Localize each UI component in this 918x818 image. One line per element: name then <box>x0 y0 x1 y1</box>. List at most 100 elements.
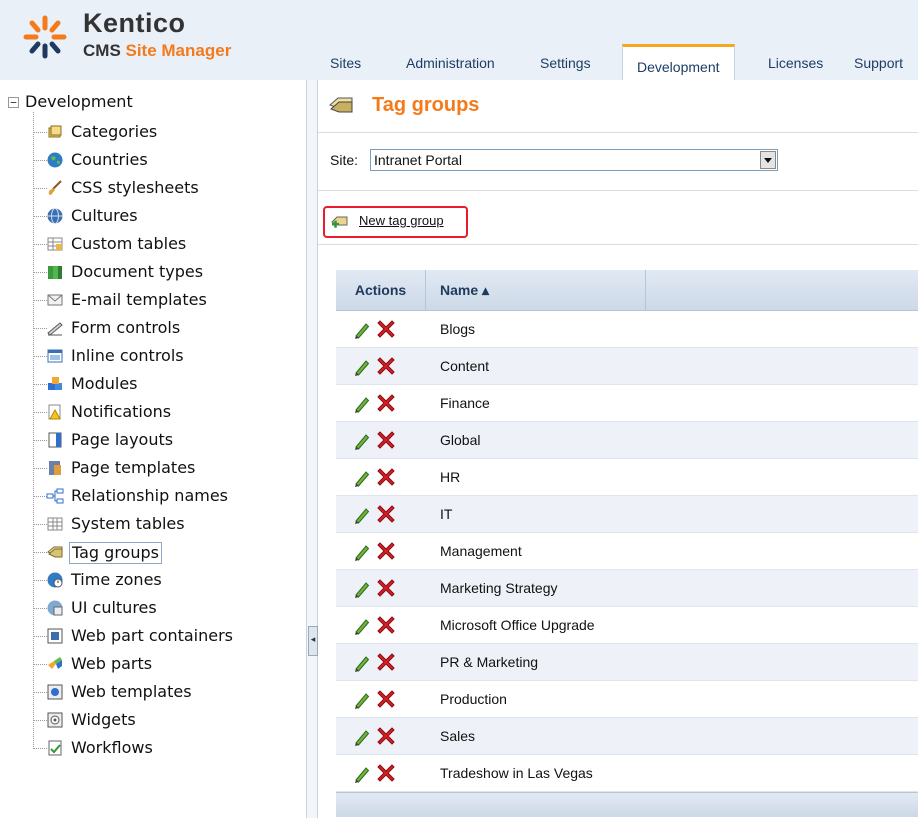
tab-sites[interactable]: Sites <box>330 49 361 77</box>
dropdown-arrow-icon[interactable] <box>760 151 776 169</box>
tree-item-form-controls[interactable]: Form controls <box>22 314 302 342</box>
tag-group-name: Global <box>440 432 481 448</box>
logo-subtitle: CMS Site Manager <box>83 41 231 61</box>
delete-icon[interactable] <box>376 763 396 783</box>
edit-icon[interactable] <box>352 690 372 710</box>
tag-group-name: HR <box>440 469 461 485</box>
tree-root-development[interactable]: − Development <box>8 92 133 111</box>
app-header: Kentico CMS Site Manager Sites Administr… <box>0 0 918 80</box>
edit-icon[interactable] <box>352 431 372 451</box>
site-select[interactable]: Intranet Portal <box>370 149 778 171</box>
tab-support[interactable]: Support <box>854 49 903 77</box>
page-template-icon <box>49 461 61 475</box>
table-row: Microsoft Office Upgrade <box>336 607 918 644</box>
development-tree: − Development Categories Countries CSS st… <box>0 80 305 818</box>
time-zone-icon <box>47 572 63 588</box>
tree-item-document-types[interactable]: Document types <box>22 258 302 286</box>
kentico-logo[interactable]: Kentico CMS Site Manager <box>0 0 290 80</box>
edit-icon[interactable] <box>352 579 372 599</box>
delete-icon[interactable] <box>376 726 396 746</box>
culture-globe-icon <box>47 208 63 224</box>
add-tag-group-icon <box>331 216 348 228</box>
tree-item-css-stylesheets[interactable]: CSS stylesheets <box>22 174 302 202</box>
tree-item-page-layouts[interactable]: Page layouts <box>22 426 302 454</box>
delete-icon[interactable] <box>376 541 396 561</box>
delete-icon[interactable] <box>376 578 396 598</box>
tree-item-countries[interactable]: Countries <box>22 146 302 174</box>
tree-item-widgets[interactable]: Widgets <box>22 706 302 734</box>
edit-icon[interactable] <box>352 320 372 340</box>
tree-item-custom-tables[interactable]: Custom tables <box>22 230 302 258</box>
tree-item-web-templates[interactable]: Web templates <box>22 678 302 706</box>
tab-administration[interactable]: Administration <box>406 49 495 77</box>
tree-item-cultures[interactable]: Cultures <box>22 202 302 230</box>
edit-icon[interactable] <box>352 616 372 636</box>
delete-icon[interactable] <box>376 615 396 635</box>
grid-footer <box>336 792 918 817</box>
collapse-pane-icon[interactable]: ◂ <box>308 626 318 656</box>
grid-header: Actions Name ▴ <box>336 270 918 311</box>
tree-item-label: Notifications <box>71 402 172 421</box>
edit-icon[interactable] <box>352 505 372 525</box>
column-header-actions: Actions <box>336 270 426 310</box>
tree-item-web-parts[interactable]: Web parts <box>22 650 302 678</box>
tree-item-label: Web templates <box>71 682 192 701</box>
edit-icon[interactable] <box>352 468 372 488</box>
tree-item-system-tables[interactable]: System tables <box>22 510 302 538</box>
tag-group-name: PR & Marketing <box>440 654 539 670</box>
tag-group-name: Marketing Strategy <box>440 580 558 596</box>
tree-item-label: E-mail templates <box>71 290 207 309</box>
tree-item-modules[interactable]: Modules <box>22 370 302 398</box>
tree-item-tag-groups[interactable]: Tag groups <box>22 538 302 566</box>
tree-item-email-templates[interactable]: E-mail templates <box>22 286 302 314</box>
delete-icon[interactable] <box>376 319 396 339</box>
tab-licenses[interactable]: Licenses <box>768 49 823 77</box>
tree-item-label: UI cultures <box>71 598 157 617</box>
edit-icon[interactable] <box>352 653 372 673</box>
table-row: Finance <box>336 385 918 422</box>
delete-icon[interactable] <box>376 356 396 376</box>
tree-item-web-part-containers[interactable]: Web part containers <box>22 622 302 650</box>
table-row: Content <box>336 348 918 385</box>
tree-item-ui-cultures[interactable]: UI cultures <box>22 594 302 622</box>
tree-item-categories[interactable]: Categories <box>22 118 302 146</box>
collapse-toggle-icon[interactable]: − <box>8 97 19 108</box>
tree-item-label: Web part containers <box>71 626 234 645</box>
pane-splitter[interactable]: ◂ <box>306 80 318 818</box>
kentico-logo-icon <box>23 15 67 59</box>
edit-icon[interactable] <box>352 542 372 562</box>
tree-item-label: Workflows <box>71 738 153 757</box>
tree-item-notifications[interactable]: Notifications <box>22 398 302 426</box>
tree-item-label: CSS stylesheets <box>71 178 199 197</box>
new-tag-group-button[interactable]: New tag group <box>323 206 468 238</box>
tree-item-label: Inline controls <box>71 346 184 365</box>
tree-item-page-templates[interactable]: Page templates <box>22 454 302 482</box>
delete-icon[interactable] <box>376 467 396 487</box>
column-header-name[interactable]: Name ▴ <box>426 270 646 310</box>
form-control-icon <box>47 322 63 336</box>
tree-item-inline-controls[interactable]: Inline controls <box>22 342 302 370</box>
tree-item-label: Modules <box>71 374 138 393</box>
tag-group-name: Production <box>440 691 507 707</box>
delete-icon[interactable] <box>376 652 396 672</box>
delete-icon[interactable] <box>376 504 396 524</box>
delete-icon[interactable] <box>376 393 396 413</box>
tree-item-time-zones[interactable]: Time zones <box>22 566 302 594</box>
tree-item-label: Form controls <box>71 318 181 337</box>
logo-subtitle-accent: Site Manager <box>125 41 232 60</box>
edit-icon[interactable] <box>352 357 372 377</box>
edit-icon[interactable] <box>352 764 372 784</box>
workflow-icon <box>48 740 62 756</box>
delete-icon[interactable] <box>376 430 396 450</box>
email-template-icon <box>47 294 63 306</box>
table-row: Tradeshow in Las Vegas <box>336 755 918 792</box>
tree-item-label: Widgets <box>71 710 136 729</box>
edit-icon[interactable] <box>352 727 372 747</box>
tab-settings[interactable]: Settings <box>540 49 591 77</box>
tree-item-relationship-names[interactable]: Relationship names <box>22 482 302 510</box>
tab-development[interactable]: Development <box>622 44 735 80</box>
delete-icon[interactable] <box>376 689 396 709</box>
edit-icon[interactable] <box>352 394 372 414</box>
tree-item-workflows[interactable]: Workflows <box>22 734 302 762</box>
action-bar: New tag group <box>318 190 918 245</box>
